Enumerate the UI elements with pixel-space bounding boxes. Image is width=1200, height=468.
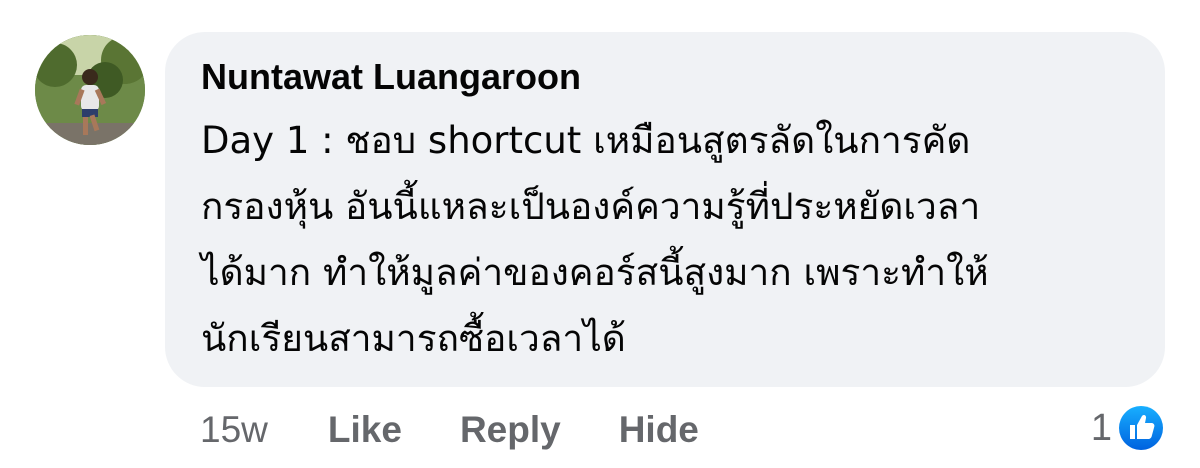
hide-button[interactable]: Hide: [619, 409, 699, 451]
comment-text-line: กรองหุ้น อันนี้แหละเป็นองค์ความรู้ที่ประ…: [201, 185, 981, 228]
like-icon: [1119, 406, 1163, 450]
comment-text-line: ได้มาก ทำให้มูลค่าของคอร์สนี้สูงมาก เพรา…: [201, 251, 989, 294]
reply-button[interactable]: Reply: [460, 409, 561, 451]
avatar-photo: [35, 35, 145, 145]
reaction-count: 1: [1090, 406, 1112, 449]
comment-bubble: Nuntawat Luangaroon Day 1 : ชอบ shortcut…: [165, 32, 1165, 387]
comment-author[interactable]: Nuntawat Luangaroon: [201, 54, 1125, 100]
comment-container: Nuntawat Luangaroon Day 1 : ชอบ shortcut…: [0, 0, 1200, 468]
comment-text-line: นักเรียนสามารถซื้อเวลาได้: [201, 317, 626, 360]
like-reaction-badge: [1116, 403, 1166, 453]
comment-actions: 15w Like Reply Hide: [200, 404, 757, 456]
reaction-summary[interactable]: 1: [1091, 400, 1166, 456]
comment-timestamp[interactable]: 15w: [200, 409, 268, 451]
like-button[interactable]: Like: [328, 409, 402, 451]
comment-text: Day 1 : ชอบ shortcut เหมือนสูตรลัดในการค…: [201, 108, 1125, 372]
comment-text-line: Day 1 : ชอบ shortcut เหมือนสูตรลัดในการค…: [201, 119, 971, 162]
avatar[interactable]: [35, 35, 145, 145]
